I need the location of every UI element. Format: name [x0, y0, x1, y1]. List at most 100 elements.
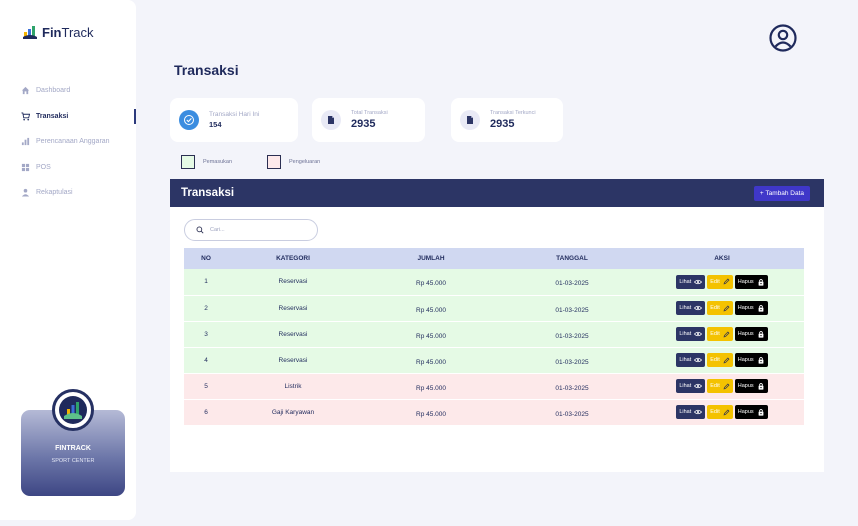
view-button[interactable]: Lihat	[676, 274, 706, 289]
add-data-button[interactable]: + Tambah Data	[753, 185, 810, 201]
eye-icon	[694, 331, 703, 337]
delete-label: Hapus	[737, 357, 754, 363]
sidebar-item-rekaptulasi[interactable]: Rekaptulasi	[0, 180, 136, 206]
search-box[interactable]	[184, 219, 318, 241]
transactions-table: NO KATEGORI JUMLAH TANGGAL AKSI 1 Reserv…	[184, 248, 804, 426]
sidebar-item-transaksi[interactable]: Transaksi	[0, 104, 136, 130]
view-button[interactable]: Lihat	[676, 353, 706, 367]
view-button[interactable]: Lihat	[676, 327, 706, 341]
document-icon	[321, 110, 341, 130]
legend-expense: Pengeluaran	[267, 155, 320, 169]
stat-card-locked: Transaksi Terkunci 2935	[451, 98, 563, 142]
home-icon	[21, 86, 30, 95]
delete-label: Hapus	[737, 278, 754, 285]
cell-tanggal: 01-03-2025	[555, 410, 589, 418]
lock-icon	[758, 331, 764, 338]
delete-button[interactable]: Hapus	[734, 301, 768, 315]
cell-aksi: Lihat Edit Hapus	[640, 347, 804, 373]
eye-icon	[694, 279, 703, 284]
profile-icon[interactable]	[769, 24, 797, 52]
delete-button[interactable]: Hapus	[734, 379, 768, 393]
sidebar-item-label: Perencanaan Anggaran	[36, 138, 110, 146]
eye-icon	[694, 409, 703, 415]
table-row: 5 Listrik Rp 45.000 01-03-2025 Lihat Edi…	[184, 373, 804, 399]
promo-avatar	[52, 389, 94, 431]
sidebar-nav: Dashboard Transaksi Perencanaan Anggaran…	[0, 78, 136, 206]
delete-button[interactable]: Hapus	[734, 274, 768, 289]
cell-jumlah: Rp 45.000	[416, 306, 446, 314]
delete-button[interactable]: Hapus	[734, 353, 768, 367]
cell-no: 2	[204, 304, 208, 312]
pencil-icon	[723, 305, 730, 311]
cell-tanggal: 01-03-2025	[555, 384, 589, 392]
stat-value: 154	[209, 120, 222, 129]
view-label: Lihat	[679, 409, 692, 415]
edit-button[interactable]: Edit	[707, 405, 733, 419]
edit-label: Edit	[710, 357, 720, 363]
view-button[interactable]: Lihat	[676, 301, 706, 315]
cell-kategori: Reservasi	[278, 330, 308, 338]
delete-label: Hapus	[737, 383, 754, 389]
sidebar: FinTrack Dashboard Transaksi Perencanaan…	[0, 0, 136, 520]
panel-header: Transaksi + Tambah Data	[170, 179, 824, 207]
pencil-icon	[723, 383, 730, 389]
view-button[interactable]: Lihat	[676, 405, 706, 419]
lock-icon	[758, 409, 764, 416]
logo-icon	[59, 396, 87, 424]
user-icon	[21, 188, 30, 197]
document-icon	[460, 110, 480, 130]
table-row: 4 Reservasi Rp 45.000 01-03-2025 Lihat E…	[184, 347, 804, 373]
stat-card-total: Total Transaksi 2935	[312, 98, 425, 142]
edit-label: Edit	[710, 383, 720, 389]
cell-tanggal: 01-03-2025	[555, 280, 589, 288]
sidebar-item-pos[interactable]: POS	[0, 155, 136, 181]
edit-button[interactable]: Edit	[707, 274, 733, 289]
sidebar-item-label: POS	[36, 163, 51, 171]
search-input[interactable]	[210, 227, 300, 233]
logo[interactable]: FinTrack	[22, 24, 94, 40]
cell-kategori: Listrik	[284, 382, 302, 390]
pencil-icon	[723, 357, 730, 363]
delete-button[interactable]: Hapus	[734, 327, 768, 341]
view-label: Lihat	[679, 305, 692, 311]
cell-aksi: Lihat Edit Hapus	[640, 269, 804, 295]
edit-button[interactable]: Edit	[707, 379, 733, 393]
table-row: 3 Reservasi Rp 45.000 01-03-2025 Lihat E…	[184, 321, 804, 347]
cell-no: 5	[204, 382, 208, 390]
delete-label: Hapus	[737, 409, 754, 415]
sidebar-item-perencanaan-anggaran[interactable]: Perencanaan Anggaran	[0, 129, 136, 155]
stat-label: Total Transaksi	[351, 110, 388, 116]
stat-label: Transaksi Hari Ini	[209, 111, 260, 118]
stat-card-today: Transaksi Hari Ini 154	[170, 98, 298, 142]
cell-jumlah: Rp 45.000	[416, 332, 446, 340]
edit-label: Edit	[710, 409, 720, 415]
edit-label: Edit	[710, 331, 720, 337]
view-label: Lihat	[679, 331, 692, 337]
search-icon	[196, 226, 204, 234]
cell-jumlah: Rp 45.000	[416, 410, 446, 418]
cell-kategori: Gaji Karyawan	[271, 408, 315, 416]
cell-no: 4	[204, 356, 208, 364]
table-row: 2 Reservasi Rp 45.000 01-03-2025 Lihat E…	[184, 295, 804, 321]
edit-button[interactable]: Edit	[707, 327, 733, 341]
delete-label: Hapus	[737, 331, 754, 337]
table-row: 6 Gaji Karyawan Rp 45.000 01-03-2025 Lih…	[184, 399, 804, 425]
cell-aksi: Lihat Edit Hapus	[640, 399, 804, 425]
cell-no: 1	[204, 278, 208, 286]
eye-icon	[694, 305, 703, 311]
view-label: Lihat	[679, 357, 692, 363]
view-button[interactable]: Lihat	[676, 379, 706, 393]
edit-label: Edit	[710, 278, 720, 285]
edit-button[interactable]: Edit	[707, 301, 733, 315]
sidebar-item-label: Rekaptulasi	[36, 189, 73, 197]
cell-no: 3	[204, 330, 208, 338]
sidebar-item-dashboard[interactable]: Dashboard	[0, 78, 136, 104]
delete-button[interactable]: Hapus	[734, 405, 768, 419]
cell-aksi: Lihat Edit Hapus	[640, 295, 804, 321]
pencil-icon	[723, 278, 730, 285]
lock-icon	[758, 305, 764, 312]
cart-icon	[21, 112, 30, 121]
cell-kategori: Reservasi	[278, 304, 308, 312]
edit-button[interactable]: Edit	[707, 353, 733, 367]
col-header-aksi: AKSI	[714, 255, 730, 262]
